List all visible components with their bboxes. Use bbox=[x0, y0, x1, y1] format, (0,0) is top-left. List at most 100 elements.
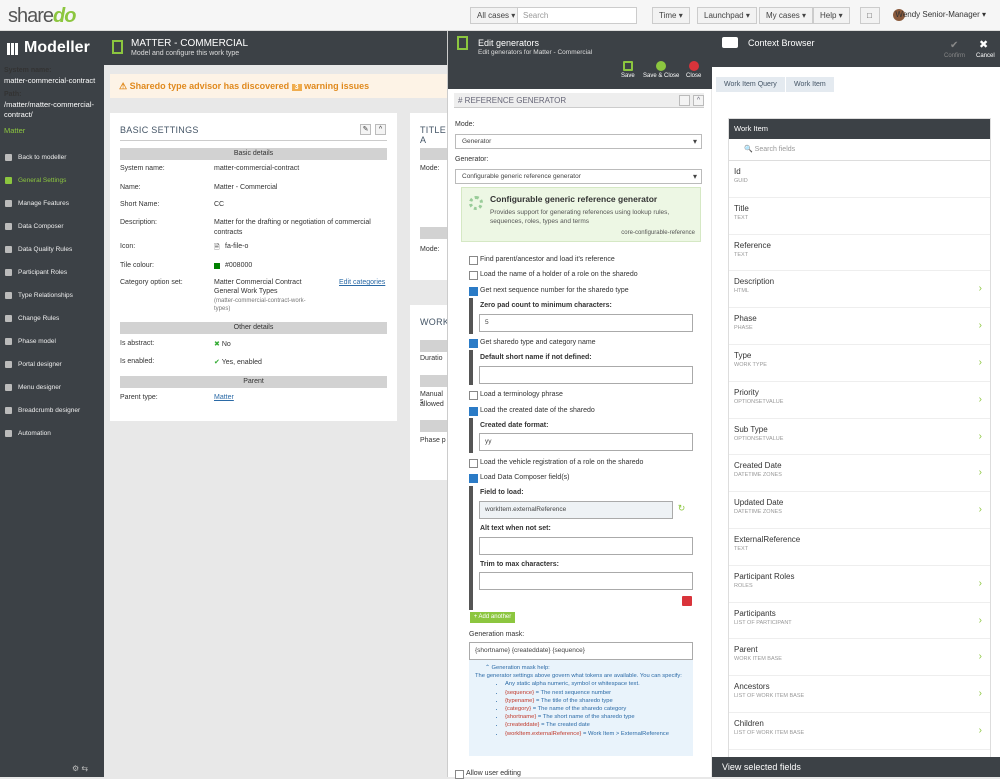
all-cases-dropdown[interactable]: All cases ▾ bbox=[470, 7, 523, 24]
breadcrumb-query[interactable]: Work Item Query bbox=[716, 77, 785, 92]
help-title[interactable]: ⌃ Generation mask help: bbox=[475, 664, 687, 672]
path-link[interactable]: Matter bbox=[4, 126, 25, 136]
chevron-right-icon[interactable]: › bbox=[979, 431, 982, 442]
sidebar-item[interactable]: Change Rules bbox=[0, 307, 104, 330]
field-to-load-input[interactable]: workItem.externalReference bbox=[479, 501, 673, 519]
field-item[interactable]: Participants LIST OF PARTICIPANT › bbox=[729, 603, 990, 640]
field-item[interactable]: Title TEXT bbox=[729, 198, 990, 235]
refresh-icon[interactable]: ↻ bbox=[676, 504, 687, 515]
time-menu[interactable]: Time ▾ bbox=[652, 7, 690, 24]
chevron-right-icon[interactable]: › bbox=[979, 504, 982, 515]
field-item[interactable]: Id GUID bbox=[729, 161, 990, 198]
short-name-input[interactable] bbox=[479, 366, 693, 384]
sidebar-item[interactable]: Data Quality Rules bbox=[0, 238, 104, 261]
search-input[interactable]: Search bbox=[517, 7, 637, 24]
chevron-right-icon[interactable]: › bbox=[979, 725, 982, 736]
token-item: {workItem.externalReference} = Work Item… bbox=[505, 730, 687, 738]
chevron-right-icon[interactable]: › bbox=[979, 283, 982, 294]
divider bbox=[120, 140, 387, 141]
sidebar-item[interactable]: Manage Features bbox=[0, 192, 104, 215]
field-item[interactable]: Description HTML › bbox=[729, 271, 990, 309]
field-item[interactable]: Participant Roles ROLES › bbox=[729, 566, 990, 603]
sidebar-item[interactable]: Data Composer bbox=[0, 215, 104, 238]
field-item[interactable]: Created Date DATETIME ZONES › bbox=[729, 455, 990, 493]
zero-pad-input[interactable]: 5 bbox=[479, 314, 693, 332]
token-key: {createddate} bbox=[505, 722, 540, 729]
sidebar-item[interactable]: General Settings bbox=[0, 169, 104, 192]
sidebar-item[interactable]: Portal designer bbox=[0, 353, 104, 376]
field-search-input[interactable]: 🔍 Search fields bbox=[729, 139, 990, 161]
trim-label: Trim to max characters: bbox=[480, 561, 559, 568]
field-item[interactable]: ExternalReference TEXT bbox=[729, 529, 990, 566]
mask-input[interactable]: {shortname} {createddate} {sequence} bbox=[469, 642, 693, 660]
mode-select[interactable]: Generator bbox=[455, 134, 702, 149]
field-item[interactable]: Type WORK TYPE › bbox=[729, 345, 990, 382]
chevron-right-icon[interactable]: › bbox=[979, 578, 982, 589]
lock-icon[interactable] bbox=[679, 95, 690, 106]
checkbox-terminology[interactable]: Load a terminology phrase bbox=[469, 390, 563, 400]
collapse-icon[interactable]: ^ bbox=[375, 124, 386, 135]
checkbox-vehicle[interactable]: Load the vehicle registration of a role … bbox=[469, 458, 643, 468]
chevron-right-icon[interactable]: › bbox=[979, 320, 982, 331]
field-item[interactable]: Reference TEXT bbox=[729, 235, 990, 272]
my-cases-menu[interactable]: My cases ▾ bbox=[759, 7, 814, 24]
section-header bbox=[420, 148, 447, 160]
checkbox-type-category[interactable]: Get sharedo type and category name bbox=[469, 338, 596, 348]
checkbox-sequence[interactable]: Get next sequence number for the sharedo… bbox=[469, 286, 629, 296]
chevron-right-icon[interactable]: › bbox=[979, 357, 982, 368]
gears-icon bbox=[469, 196, 483, 210]
edit-categories-link[interactable]: Edit categories bbox=[339, 279, 385, 286]
sidebar-item[interactable]: Menu designer bbox=[0, 376, 104, 399]
field-item[interactable]: Ancestors LIST OF WORK ITEM BASE › bbox=[729, 676, 990, 713]
chevron-right-icon[interactable]: › bbox=[979, 651, 982, 662]
collapse-icon[interactable]: ^ bbox=[693, 95, 704, 106]
tags-icon bbox=[722, 37, 738, 48]
checkbox-created-date[interactable]: Load the created date of the sharedo bbox=[469, 406, 595, 416]
sharedo-logo[interactable]: sharedo bbox=[8, 5, 76, 28]
confirm-button[interactable]: Confirm bbox=[944, 53, 965, 59]
field-label: Duratio bbox=[420, 355, 443, 362]
breadcrumb-work-item[interactable]: Work Item bbox=[786, 77, 834, 92]
parent-type-link[interactable]: Matter bbox=[214, 394, 234, 401]
date-format-input[interactable]: yy bbox=[479, 433, 693, 451]
chevron-right-icon[interactable]: › bbox=[979, 394, 982, 405]
launchpad-menu[interactable]: Launchpad ▾ bbox=[697, 7, 757, 24]
field-item[interactable]: Children LIST OF WORK ITEM BASE › bbox=[729, 713, 990, 750]
chevron-right-icon[interactable]: › bbox=[979, 688, 982, 699]
user-menu[interactable]: Wendy Senior-Manager ▾ bbox=[895, 10, 986, 19]
settings-icon[interactable]: ⚙ ⇆ bbox=[72, 764, 88, 773]
field-name: Priority bbox=[734, 387, 759, 397]
chat-icon[interactable]: □ bbox=[860, 7, 880, 24]
field-item[interactable]: Sub Type OPTIONSETVALUE › bbox=[729, 419, 990, 456]
warning-banner[interactable]: ⚠ Sharedo type advisor has discovered 3 … bbox=[110, 74, 447, 98]
sidebar-item[interactable]: Automation bbox=[0, 422, 104, 445]
sidebar-item[interactable]: Breadcrumb designer bbox=[0, 399, 104, 422]
help-menu[interactable]: Help ▾ bbox=[813, 7, 850, 24]
edit-pencil-icon[interactable]: ✎ bbox=[360, 124, 371, 135]
checkbox-find-parent[interactable]: Find parent/ancestor and load it's refer… bbox=[469, 255, 615, 265]
alt-text-input[interactable] bbox=[479, 537, 693, 555]
sidebar-item[interactable]: Back to modeller bbox=[0, 146, 104, 169]
field-item[interactable]: Priority OPTIONSETVALUE › bbox=[729, 382, 990, 419]
chevron-right-icon[interactable]: › bbox=[979, 467, 982, 478]
field-item[interactable]: Phase PHASE › bbox=[729, 308, 990, 345]
sidebar-item[interactable]: Type Relationships bbox=[0, 284, 104, 307]
checkbox-data-composer[interactable]: Load Data Composer field(s) bbox=[469, 473, 570, 483]
cancel-button[interactable]: Cancel bbox=[976, 53, 995, 59]
field-type: GUID bbox=[734, 178, 748, 184]
chevron-right-icon[interactable]: › bbox=[979, 615, 982, 626]
sidebar-item[interactable]: Phase model bbox=[0, 330, 104, 353]
save-button[interactable]: Save bbox=[621, 61, 635, 79]
save-close-button[interactable]: Save & Close bbox=[643, 61, 679, 79]
sidebar-item[interactable]: Participant Roles bbox=[0, 261, 104, 284]
close-button[interactable]: Close bbox=[686, 61, 701, 79]
field-item[interactable]: Parent WORK ITEM BASE › bbox=[729, 639, 990, 677]
generator-select[interactable]: Configurable generic reference generator bbox=[455, 169, 702, 184]
delete-icon[interactable] bbox=[682, 596, 692, 606]
add-another-button[interactable]: + Add another bbox=[470, 612, 515, 623]
view-selected-fields-button[interactable]: View selected fields bbox=[712, 757, 1000, 777]
checkbox-role-holder[interactable]: Load the name of a holder of a role on t… bbox=[469, 270, 638, 280]
trim-input[interactable] bbox=[479, 572, 693, 590]
nav-icon bbox=[5, 407, 12, 414]
field-item[interactable]: Updated Date DATETIME ZONES › bbox=[729, 492, 990, 529]
